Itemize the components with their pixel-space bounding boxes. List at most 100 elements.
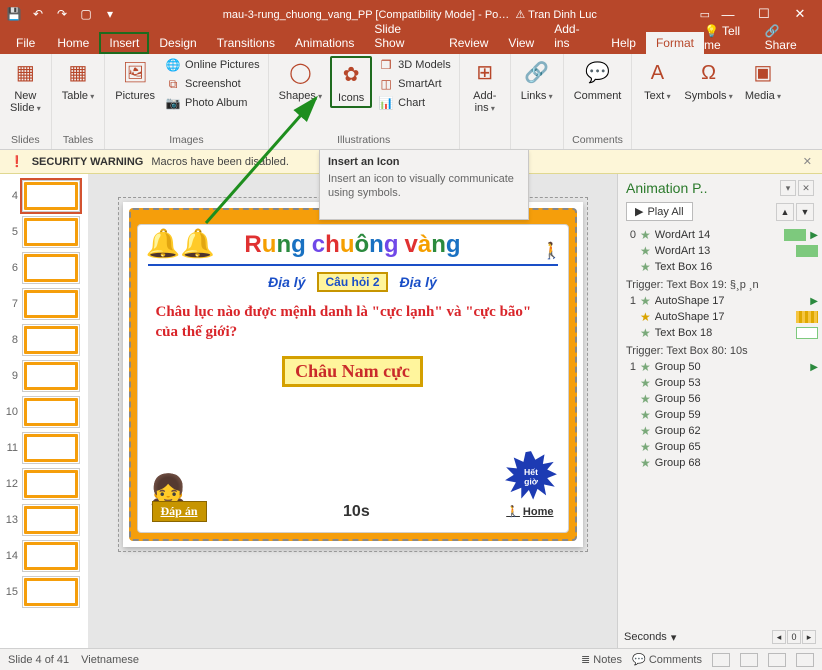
home-button[interactable]: 🚶Home bbox=[506, 505, 553, 518]
save-icon[interactable]: 💾 bbox=[4, 4, 24, 24]
slide-question: Châu lục nào được mệnh danh là "cực lạnh… bbox=[138, 292, 568, 342]
chart-button[interactable]: 📊Chart bbox=[376, 94, 453, 112]
animation-item[interactable]: ★Group 59 bbox=[626, 407, 818, 423]
quick-access-toolbar: 💾 ↶ ↷ ▢ ▾ bbox=[4, 4, 120, 24]
thumbnail-slide-8[interactable]: 8 bbox=[0, 322, 88, 358]
media-button[interactable]: ▣Media bbox=[741, 56, 785, 105]
security-warning-msg: Macros have been disabled. bbox=[151, 156, 289, 168]
slide-answer: Châu Nam cực bbox=[138, 356, 568, 387]
tab-addins[interactable]: Add-ins bbox=[544, 18, 601, 54]
smartart-button[interactable]: ◫SmartArt bbox=[376, 75, 453, 93]
animation-item[interactable]: ★Text Box 16 bbox=[626, 259, 818, 275]
notes-button[interactable]: ≣ Notes bbox=[581, 653, 622, 666]
sorter-view-button[interactable] bbox=[740, 653, 758, 667]
tab-view[interactable]: View bbox=[498, 32, 544, 54]
seconds-label: Seconds bbox=[624, 631, 667, 643]
thumbnail-slide-13[interactable]: 13 bbox=[0, 502, 88, 538]
move-up-button[interactable]: ▲ bbox=[776, 203, 794, 221]
question-number-box: Câu hỏi 2 bbox=[317, 272, 387, 292]
group-label-images: Images bbox=[111, 132, 261, 149]
tell-me-button[interactable]: 💡 Tell me bbox=[704, 24, 755, 52]
tab-home[interactable]: Home bbox=[47, 32, 99, 54]
slide-counter[interactable]: Slide 4 of 41 bbox=[8, 654, 69, 666]
answer-button[interactable]: Đáp án bbox=[152, 501, 207, 522]
animation-item[interactable]: ★Text Box 18 bbox=[626, 325, 818, 341]
icons-button[interactable]: ✿Icons bbox=[330, 56, 372, 108]
move-down-button[interactable]: ▼ bbox=[796, 203, 814, 221]
screenshot-button[interactable]: ⧉Screenshot bbox=[163, 75, 262, 93]
symbols-button[interactable]: ΩSymbols bbox=[680, 56, 736, 105]
thumbnail-slide-12[interactable]: 12 bbox=[0, 466, 88, 502]
shapes-button[interactable]: ◯Shapes bbox=[275, 56, 327, 105]
thumbnail-slide-14[interactable]: 14 bbox=[0, 538, 88, 574]
share-button[interactable]: 🔗 Share bbox=[765, 24, 810, 52]
tab-slideshow[interactable]: Slide Show bbox=[364, 18, 439, 54]
links-button[interactable]: 🔗Links bbox=[517, 56, 557, 105]
thumbnail-slide-7[interactable]: 7 bbox=[0, 286, 88, 322]
comment-button[interactable]: 💬Comment bbox=[570, 56, 626, 104]
new-slide-button[interactable]: ▦New Slide bbox=[6, 56, 45, 117]
undo-icon[interactable]: ↶ bbox=[28, 4, 48, 24]
tab-animations[interactable]: Animations bbox=[285, 32, 364, 54]
group-slides: ▦New Slide Slides bbox=[0, 54, 52, 149]
pane-options-button[interactable]: ▾ bbox=[780, 180, 796, 196]
animation-item[interactable]: ★WordArt 13 bbox=[626, 243, 818, 259]
animation-item[interactable]: ★Group 62 bbox=[626, 423, 818, 439]
thumbnail-slide-6[interactable]: 6 bbox=[0, 250, 88, 286]
redo-icon[interactable]: ↷ bbox=[52, 4, 72, 24]
thumbnail-slide-9[interactable]: 9 bbox=[0, 358, 88, 394]
ribbon-display-icon[interactable]: ▭ bbox=[700, 8, 710, 21]
tab-transitions[interactable]: Transitions bbox=[207, 32, 285, 54]
animation-list[interactable]: 0★WordArt 14▶★WordArt 13★Text Box 16Trig… bbox=[618, 225, 822, 626]
animation-item[interactable]: ★Group 56 bbox=[626, 391, 818, 407]
language-indicator[interactable]: Vietnamese bbox=[81, 654, 139, 666]
status-bar: Slide 4 of 41 Vietnamese ≣ Notes 💬 Comme… bbox=[0, 648, 822, 670]
slide-thumbnails[interactable]: 456789101112131415 bbox=[0, 174, 88, 648]
qat-more-icon[interactable]: ▾ bbox=[100, 4, 120, 24]
play-all-button[interactable]: ▶ Play All bbox=[626, 202, 693, 221]
animation-item[interactable]: 1★Group 50▶ bbox=[626, 359, 818, 375]
group-addins: ⊞Add- ins bbox=[460, 54, 511, 149]
tab-file[interactable]: File bbox=[4, 32, 47, 54]
tab-design[interactable]: Design bbox=[149, 32, 206, 54]
animation-item[interactable]: ★Group 53 bbox=[626, 375, 818, 391]
text-button[interactable]: AText bbox=[638, 56, 676, 105]
timer-text: 10s bbox=[343, 503, 370, 521]
animation-item[interactable]: ★Group 65 bbox=[626, 439, 818, 455]
thumbnail-slide-10[interactable]: 10 bbox=[0, 394, 88, 430]
slide-canvas[interactable]: 🔔🔔 🚶 Rung chuông vàng Địa lý Câu hỏi 2 Đ… bbox=[123, 202, 583, 547]
photo-album-button[interactable]: 📷Photo Album bbox=[163, 94, 262, 112]
animation-item[interactable]: 0★WordArt 14▶ bbox=[626, 227, 818, 243]
thumbnail-slide-15[interactable]: 15 bbox=[0, 574, 88, 610]
reading-view-button[interactable] bbox=[768, 653, 786, 667]
animation-pane-title: Animation P.. bbox=[626, 180, 707, 196]
animation-item[interactable]: ★AutoShape 17 bbox=[626, 309, 818, 325]
group-tables: ▦Table Tables bbox=[52, 54, 106, 149]
addins-button[interactable]: ⊞Add- ins bbox=[466, 56, 504, 117]
pane-close-button[interactable]: ✕ bbox=[798, 180, 814, 196]
table-button[interactable]: ▦Table bbox=[58, 56, 99, 105]
thumbnail-slide-11[interactable]: 11 bbox=[0, 430, 88, 466]
comments-button[interactable]: 💬 Comments bbox=[632, 653, 702, 666]
pictures-button[interactable]: 🖼Pictures bbox=[111, 56, 159, 104]
tl-prev[interactable]: ◂ bbox=[772, 630, 786, 644]
thumbnail-slide-4[interactable]: 4 bbox=[0, 178, 88, 214]
security-warning-bar: ❗ SECURITY WARNING Macros have been disa… bbox=[0, 150, 822, 174]
slideshow-view-button[interactable] bbox=[796, 653, 814, 667]
animation-item[interactable]: ★Group 68 bbox=[626, 455, 818, 471]
group-label-illustrations: Illustrations bbox=[275, 132, 453, 149]
online-pictures-button[interactable]: 🌐Online Pictures bbox=[163, 56, 262, 74]
animation-item[interactable]: 1★AutoShape 17▶ bbox=[626, 293, 818, 309]
slideshow-icon[interactable]: ▢ bbox=[76, 4, 96, 24]
slide-editor[interactable]: 🔔🔔 🚶 Rung chuông vàng Địa lý Câu hỏi 2 Đ… bbox=[88, 174, 617, 648]
tab-review[interactable]: Review bbox=[439, 32, 498, 54]
tab-format[interactable]: Format bbox=[646, 32, 704, 54]
tab-help[interactable]: Help bbox=[601, 32, 646, 54]
tl-next[interactable]: ▸ bbox=[802, 630, 816, 644]
tab-insert[interactable]: Insert bbox=[99, 32, 149, 54]
group-illustrations: ◯Shapes ✿Icons ❒3D Models ◫SmartArt 📊Cha… bbox=[269, 54, 460, 149]
thumbnail-slide-5[interactable]: 5 bbox=[0, 214, 88, 250]
3d-models-button[interactable]: ❒3D Models bbox=[376, 56, 453, 74]
normal-view-button[interactable] bbox=[712, 653, 730, 667]
security-close-button[interactable]: ✕ bbox=[803, 155, 812, 168]
